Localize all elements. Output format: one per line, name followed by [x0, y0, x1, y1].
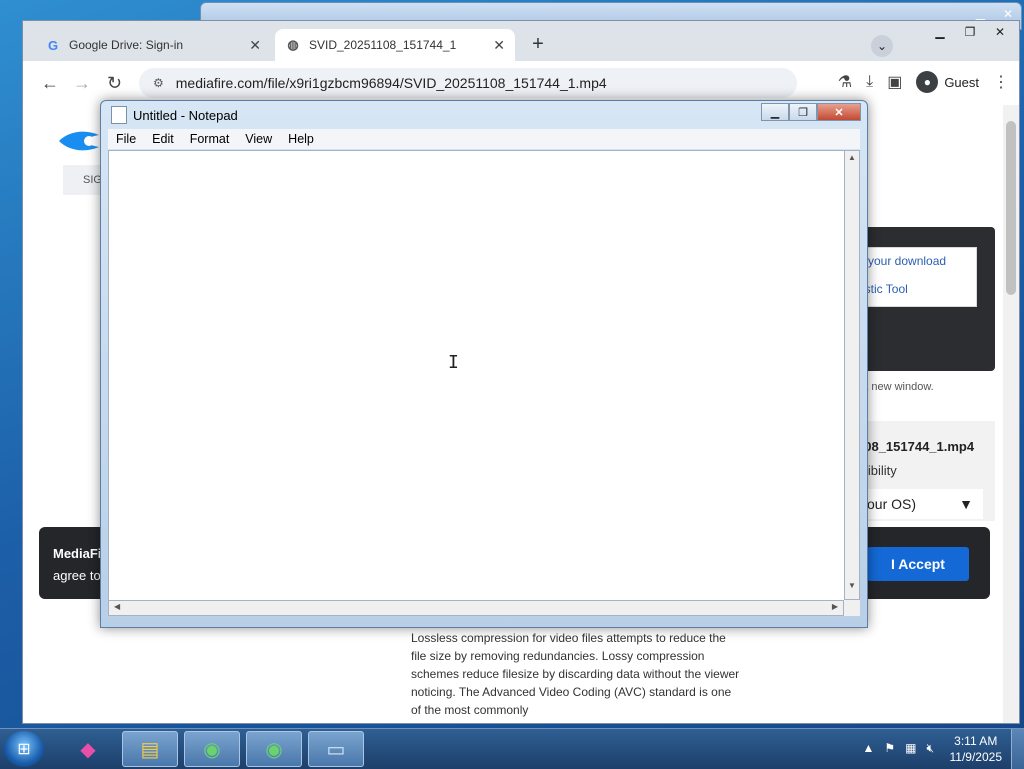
back-arrow-icon[interactable]: ←: [41, 73, 59, 94]
profile-label: Guest: [944, 74, 979, 90]
file-name: 108_151744_1.mp4: [857, 439, 975, 454]
tab-svid[interactable]: ◍ SVID_20251108_151744_1 ✕: [275, 29, 515, 61]
cookie-text-line-2: agree to: [53, 568, 101, 583]
notepad-title: Untitled - Notepad: [133, 107, 238, 123]
address-bar[interactable]: ⚙ mediafire.com/file/x9ri1gzbcm96894/SVI…: [139, 68, 797, 98]
toolbar-actions: ⚗ ⤓ ▣ ● Guest ⋮: [838, 71, 1009, 93]
scroll-left-icon[interactable]: ◀: [114, 602, 120, 611]
accept-cookies-button[interactable]: I Accept: [867, 547, 969, 581]
scroll-down-icon[interactable]: ▼: [845, 581, 859, 597]
google-icon: G: [47, 37, 59, 53]
tab-title: SVID_20251108_151744_1: [309, 38, 457, 52]
mediafire-logo[interactable]: [55, 127, 103, 155]
forward-arrow-icon[interactable]: →: [73, 73, 91, 94]
minimize-icon[interactable]: ▁: [927, 23, 953, 41]
notepad-menubar: File Edit Format View Help: [108, 129, 860, 149]
action-center-flag-icon[interactable]: ⚑: [884, 741, 895, 756]
minimize-icon[interactable]: ▁: [976, 7, 985, 21]
profile-button[interactable]: ● Guest: [916, 71, 979, 93]
dropdown-caret-icon: ▼: [959, 496, 973, 512]
resize-grip[interactable]: [844, 600, 860, 616]
close-icon[interactable]: ✕: [987, 23, 1013, 41]
close-tab-icon[interactable]: ✕: [249, 37, 261, 54]
scrollbar-thumb[interactable]: [1006, 121, 1016, 295]
notepad-icon: [111, 106, 127, 124]
menu-edit[interactable]: Edit: [144, 129, 182, 149]
cookie-text-line-1: MediaFi: [53, 546, 102, 561]
volume-muted-icon[interactable]: 🔇︎: [926, 741, 934, 756]
background-tab-ghost: [563, 31, 793, 55]
taskbar-explorer-icon[interactable]: ▤: [122, 731, 178, 767]
clock[interactable]: 3:11 AM 11/9/2025: [950, 733, 1003, 765]
browser-window-controls: ▁ ❐ ✕: [927, 23, 1013, 41]
taskbar-chrome-icon[interactable]: ◉: [184, 731, 240, 767]
globe-icon: ◍: [287, 37, 299, 52]
taskbar-app-cat-icon[interactable]: ◆: [60, 731, 116, 767]
tab-title: Google Drive: Sign-in: [69, 38, 184, 52]
menu-view[interactable]: View: [237, 129, 280, 149]
notepad-text-area[interactable]: [108, 150, 846, 602]
close-icon[interactable]: ✕: [1003, 7, 1013, 21]
reload-icon[interactable]: ↻: [107, 73, 122, 94]
taskbar-notepad-icon[interactable]: ▭: [308, 731, 364, 767]
maximize-icon[interactable]: ❐: [789, 103, 817, 121]
tab-google-drive[interactable]: G Google Drive: Sign-in ✕: [35, 29, 271, 61]
site-info-icon[interactable]: ⚙: [153, 76, 164, 90]
close-icon[interactable]: ✕: [817, 103, 861, 121]
maximize-icon[interactable]: ❐: [957, 23, 983, 41]
notepad-window: Untitled - Notepad ▁ ❐ ✕ File Edit Forma…: [100, 100, 868, 628]
system-tray: ▲ ⚑ ▦ 🔇︎: [862, 741, 934, 756]
menu-kebab-icon[interactable]: ⋮: [993, 72, 1009, 92]
text-cursor-icon: I: [448, 352, 459, 373]
menu-file[interactable]: File: [108, 129, 144, 149]
browser-toolbar: ← → ↻ ⚙ mediafire.com/file/x9ri1gzbcm968…: [23, 61, 1019, 105]
clock-date: 11/9/2025: [949, 750, 1003, 764]
menu-format[interactable]: Format: [182, 129, 238, 149]
notepad-vertical-scrollbar[interactable]: ▲ ▼: [844, 150, 860, 600]
new-tab-button[interactable]: +: [527, 33, 549, 56]
tray-expand-icon[interactable]: ▲: [862, 741, 874, 756]
scroll-up-icon[interactable]: ▲: [845, 153, 859, 169]
os-select-value: our OS): [867, 496, 917, 512]
tab-strip: G Google Drive: Sign-in ✕ ◍ SVID_2025110…: [23, 21, 1019, 61]
minimize-icon[interactable]: ▁: [761, 103, 789, 121]
taskbar: ⊞ ◆ ▤ ◉ ◉ ▭ ▲ ⚑ ▦ 🔇︎ 3:11 AM 11/9/2025: [0, 728, 1024, 769]
page-scrollbar[interactable]: [1003, 105, 1019, 723]
show-desktop-button[interactable]: [1011, 729, 1024, 769]
url-text: mediafire.com/file/x9ri1gzbcm96894/SVID_…: [175, 75, 607, 91]
menu-help[interactable]: Help: [280, 129, 322, 149]
start-button[interactable]: ⊞: [4, 731, 44, 767]
article-text: Lossless compression for video files att…: [411, 631, 740, 717]
notepad-titlebar: Untitled - Notepad: [111, 106, 238, 124]
cookie-text: MediaFi agree to: [53, 543, 101, 587]
network-icon[interactable]: ▦: [905, 741, 916, 756]
side-panel-icon[interactable]: ▣: [887, 72, 902, 92]
taskbar-chrome-2-icon[interactable]: ◉: [246, 731, 302, 767]
close-tab-icon[interactable]: ✕: [493, 37, 505, 54]
notepad-horizontal-scrollbar[interactable]: ◀ ▶: [108, 600, 844, 616]
notepad-window-controls: ▁ ❐ ✕: [761, 103, 861, 121]
tab-search-button[interactable]: ⌄: [871, 35, 893, 57]
clock-time: 3:11 AM: [954, 734, 998, 748]
scroll-right-icon[interactable]: ▶: [832, 602, 838, 611]
os-select[interactable]: our OS) ▼: [857, 489, 983, 519]
download-icon[interactable]: ⤓: [866, 73, 873, 91]
labs-flask-icon[interactable]: ⚗: [838, 72, 852, 92]
avatar-icon: ●: [916, 71, 939, 93]
